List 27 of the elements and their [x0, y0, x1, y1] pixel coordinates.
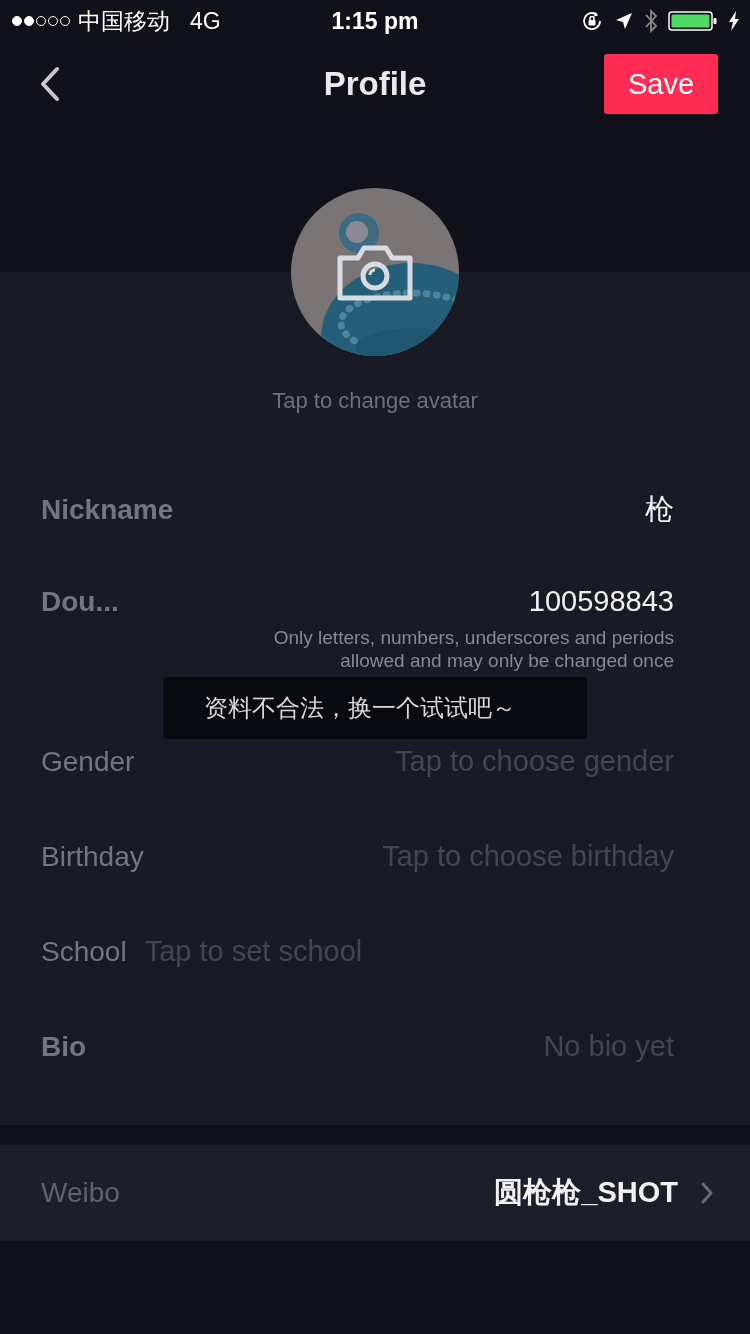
- field-label: Dou...: [41, 585, 119, 618]
- weibo-row[interactable]: Weibo 圆枪枪_SHOT: [0, 1145, 750, 1241]
- carrier-name: 中国移动: [78, 6, 170, 36]
- change-avatar-hint: Tap to change avatar: [272, 388, 478, 414]
- error-toast: 资料不合法，换一个试试吧～: [163, 677, 587, 739]
- chevron-left-icon: [38, 66, 62, 102]
- field-label: Birthday: [41, 840, 144, 873]
- field-label: Gender: [41, 745, 135, 778]
- back-button[interactable]: [38, 66, 62, 102]
- weibo-label: Weibo: [41, 1177, 120, 1209]
- network-type: 4G: [190, 7, 221, 35]
- field-label: Nickname: [41, 494, 174, 526]
- page-title: Profile: [323, 65, 427, 103]
- save-button[interactable]: Save: [604, 54, 718, 114]
- status-time: 1:15 pm: [331, 7, 419, 35]
- field-value: 100598843: [528, 585, 674, 618]
- field-label: School: [41, 935, 127, 968]
- field-note: Only letters, numbers, underscores and periods allowed and may only be changed once: [272, 626, 674, 672]
- field-value: 枪: [645, 492, 674, 527]
- charging-icon: [728, 10, 740, 32]
- chevron-right-icon: [700, 1181, 714, 1205]
- weibo-account: 圆枪枪_SHOT: [494, 1175, 678, 1210]
- field-label: Bio: [41, 1030, 87, 1063]
- battery-icon: [668, 10, 718, 32]
- bluetooth-icon: [644, 8, 658, 34]
- rotation-lock-icon: [580, 9, 604, 33]
- location-arrow-icon: [614, 11, 634, 31]
